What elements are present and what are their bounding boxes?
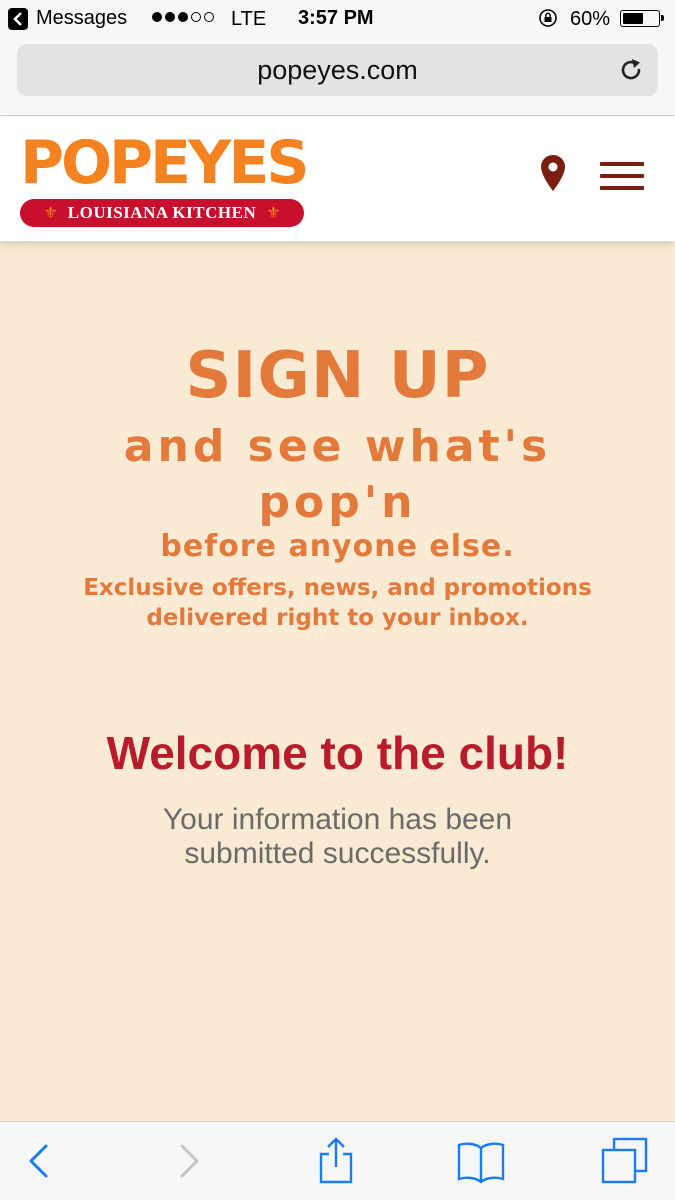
logo-ribbon: ⚜ LOUISIANA KITCHEN ⚜ xyxy=(20,199,304,227)
back-to-app[interactable]: Messages xyxy=(8,7,127,30)
location-pin-icon[interactable] xyxy=(540,154,566,192)
logo-wordmark: POPEYES xyxy=(20,128,310,198)
share-icon[interactable] xyxy=(311,1136,361,1186)
status-bar: Messages LTE 3:57 PM 60% xyxy=(0,0,675,36)
reload-icon[interactable] xyxy=(616,55,646,85)
fleur-de-lis-icon: ⚜ xyxy=(43,205,58,222)
submission-message: Your information has been submitted succ… xyxy=(0,803,675,871)
logo-tagline: LOUISIANA KITCHEN xyxy=(67,203,257,222)
hamburger-menu-icon[interactable] xyxy=(600,162,644,194)
clock: 3:57 PM xyxy=(298,7,374,29)
popeyes-logo[interactable]: POPEYES ⚜ LOUISIANA KITCHEN ⚜ xyxy=(20,128,310,231)
back-app-label: Messages xyxy=(36,7,128,29)
site-header: POPEYES ⚜ LOUISIANA KITCHEN ⚜ xyxy=(0,117,675,241)
tabs-icon[interactable] xyxy=(600,1136,650,1186)
signup-subheading: and see what's pop'n xyxy=(0,419,675,531)
back-chevron-icon xyxy=(8,7,28,30)
address-bar[interactable]: popeyes.com xyxy=(17,44,658,96)
battery-percent: 60% xyxy=(570,8,611,30)
url-text[interactable]: popeyes.com xyxy=(17,55,658,86)
browser-toolbar xyxy=(0,1121,675,1200)
subheading-line-1: and see what's xyxy=(123,421,552,472)
promo-line-2: delivered right to your inbox. xyxy=(146,605,529,631)
fleur-de-lis-icon: ⚜ xyxy=(266,205,281,222)
submission-line-1: Your information has been xyxy=(162,803,513,836)
browser-address-area: popeyes.com xyxy=(0,36,675,116)
promo-text: Exclusive offers, news, and promotions d… xyxy=(0,573,675,633)
submission-line-2: submitted successfully. xyxy=(184,837,491,870)
welcome-heading: Welcome to the club! xyxy=(106,727,569,779)
back-icon[interactable] xyxy=(14,1136,64,1186)
promo-line-1: Exclusive offers, news, and promotions xyxy=(83,575,592,601)
battery-icon xyxy=(620,10,664,27)
subheading-line-2: pop'n xyxy=(258,477,417,528)
forward-icon[interactable] xyxy=(164,1136,214,1186)
signup-heading: SIGN UP xyxy=(185,339,490,413)
subheading-line-3: before anyone else. xyxy=(160,529,515,564)
bookmarks-icon[interactable] xyxy=(456,1136,506,1186)
signup-confirmation: SIGN UP and see what's pop'n before anyo… xyxy=(0,241,675,1121)
signal-strength-icon xyxy=(152,12,214,22)
rotation-lock-icon xyxy=(539,9,557,27)
carrier-label: LTE xyxy=(231,8,267,30)
